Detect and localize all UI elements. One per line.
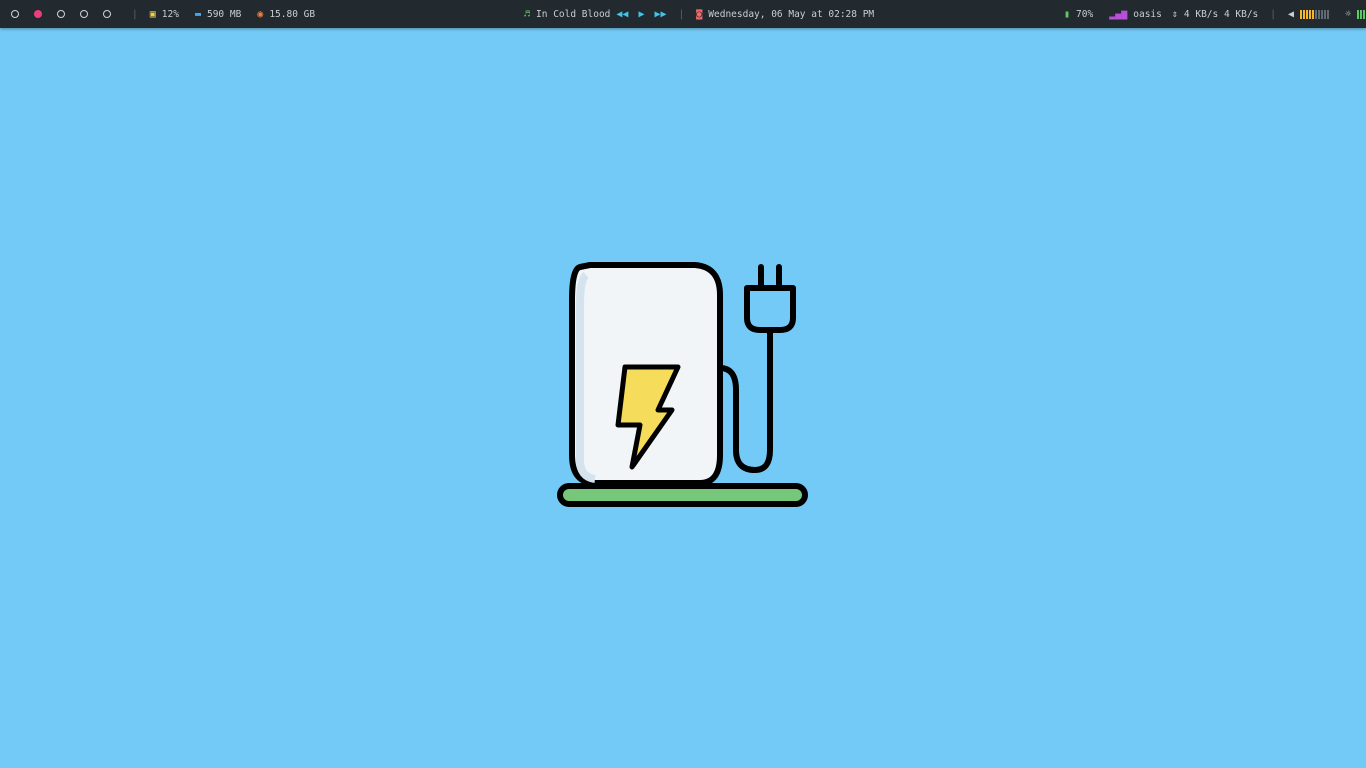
- workspaces: | ▣ 12% ▬ 590 MB ◉ 15.80 GB: [11, 0, 315, 28]
- meter-segment: [1357, 9, 1360, 19]
- meter-segment: [1363, 9, 1366, 19]
- brightness-meter[interactable]: [1357, 9, 1366, 19]
- cpu-usage: 12%: [161, 8, 179, 20]
- meter-segment: [1312, 9, 1315, 19]
- updown-arrows-icon: ⇕: [1171, 8, 1178, 20]
- divider: |: [1270, 8, 1276, 20]
- disk-usage: 15.80 GB: [269, 8, 316, 20]
- network-speed: 4 KB/s 4 KB/s: [1183, 8, 1259, 20]
- memory-icon: ▬: [194, 8, 201, 20]
- plug-icon: [744, 285, 796, 333]
- wifi-signal-icon: ▂▄▆: [1109, 8, 1128, 20]
- track-title: In Cold Blood: [536, 8, 611, 20]
- meter-segment: [1309, 9, 1312, 19]
- volume-meter[interactable]: [1300, 9, 1330, 19]
- disk-icon: ◉: [257, 8, 264, 20]
- meter-segment: [1315, 9, 1318, 19]
- next-icon[interactable]: ▶▶: [654, 9, 666, 20]
- meter-segment: [1318, 9, 1321, 19]
- battery-icon: ▮: [1064, 8, 1071, 20]
- meter-segment: [1321, 9, 1324, 19]
- workspace-5[interactable]: [103, 10, 111, 18]
- volume-muted-icon[interactable]: ◀: [1288, 9, 1294, 20]
- cpu-icon: ▣: [149, 8, 156, 20]
- music-note-icon: ♬: [524, 8, 531, 20]
- workspace-3[interactable]: [57, 10, 65, 18]
- workspace-1[interactable]: [11, 10, 19, 18]
- meter-segment: [1300, 9, 1303, 19]
- meter-segment: [1324, 9, 1327, 19]
- meter-segment: [1360, 9, 1363, 19]
- wifi-name[interactable]: oasis: [1133, 9, 1162, 20]
- divider: |: [132, 8, 138, 20]
- ev-charging-station-illustration: [557, 262, 808, 507]
- previous-icon[interactable]: ◀◀: [616, 9, 628, 20]
- clock-icon: ◙: [696, 8, 703, 20]
- battery-level: 70%: [1076, 8, 1094, 20]
- workspace-2[interactable]: [34, 10, 42, 18]
- play-icon[interactable]: ▶: [638, 9, 644, 20]
- system-tray: ▮ 70% ▂▄▆ oasis ⇕ 4 KB/s 4 KB/s | ◀ ☼: [1064, 0, 1366, 28]
- top-bar: | ▣ 12% ▬ 590 MB ◉ 15.80 GB ♬ In Cold Bl…: [0, 0, 1366, 28]
- brightness-icon: ☼: [1345, 8, 1352, 20]
- memory-usage: 590 MB: [206, 8, 242, 20]
- meter-segment: [1327, 9, 1330, 19]
- clock-text: Wednesday, 06 May at 02:28 PM: [708, 8, 875, 20]
- meter-segment: [1303, 9, 1306, 19]
- meter-segment: [1306, 9, 1309, 19]
- divider: |: [678, 8, 685, 20]
- music-player: ♬ In Cold Blood ◀◀ ▶ ▶▶ | ◙ Wednesday, 0…: [524, 0, 874, 28]
- ground-base: [557, 483, 808, 507]
- workspace-4[interactable]: [80, 10, 88, 18]
